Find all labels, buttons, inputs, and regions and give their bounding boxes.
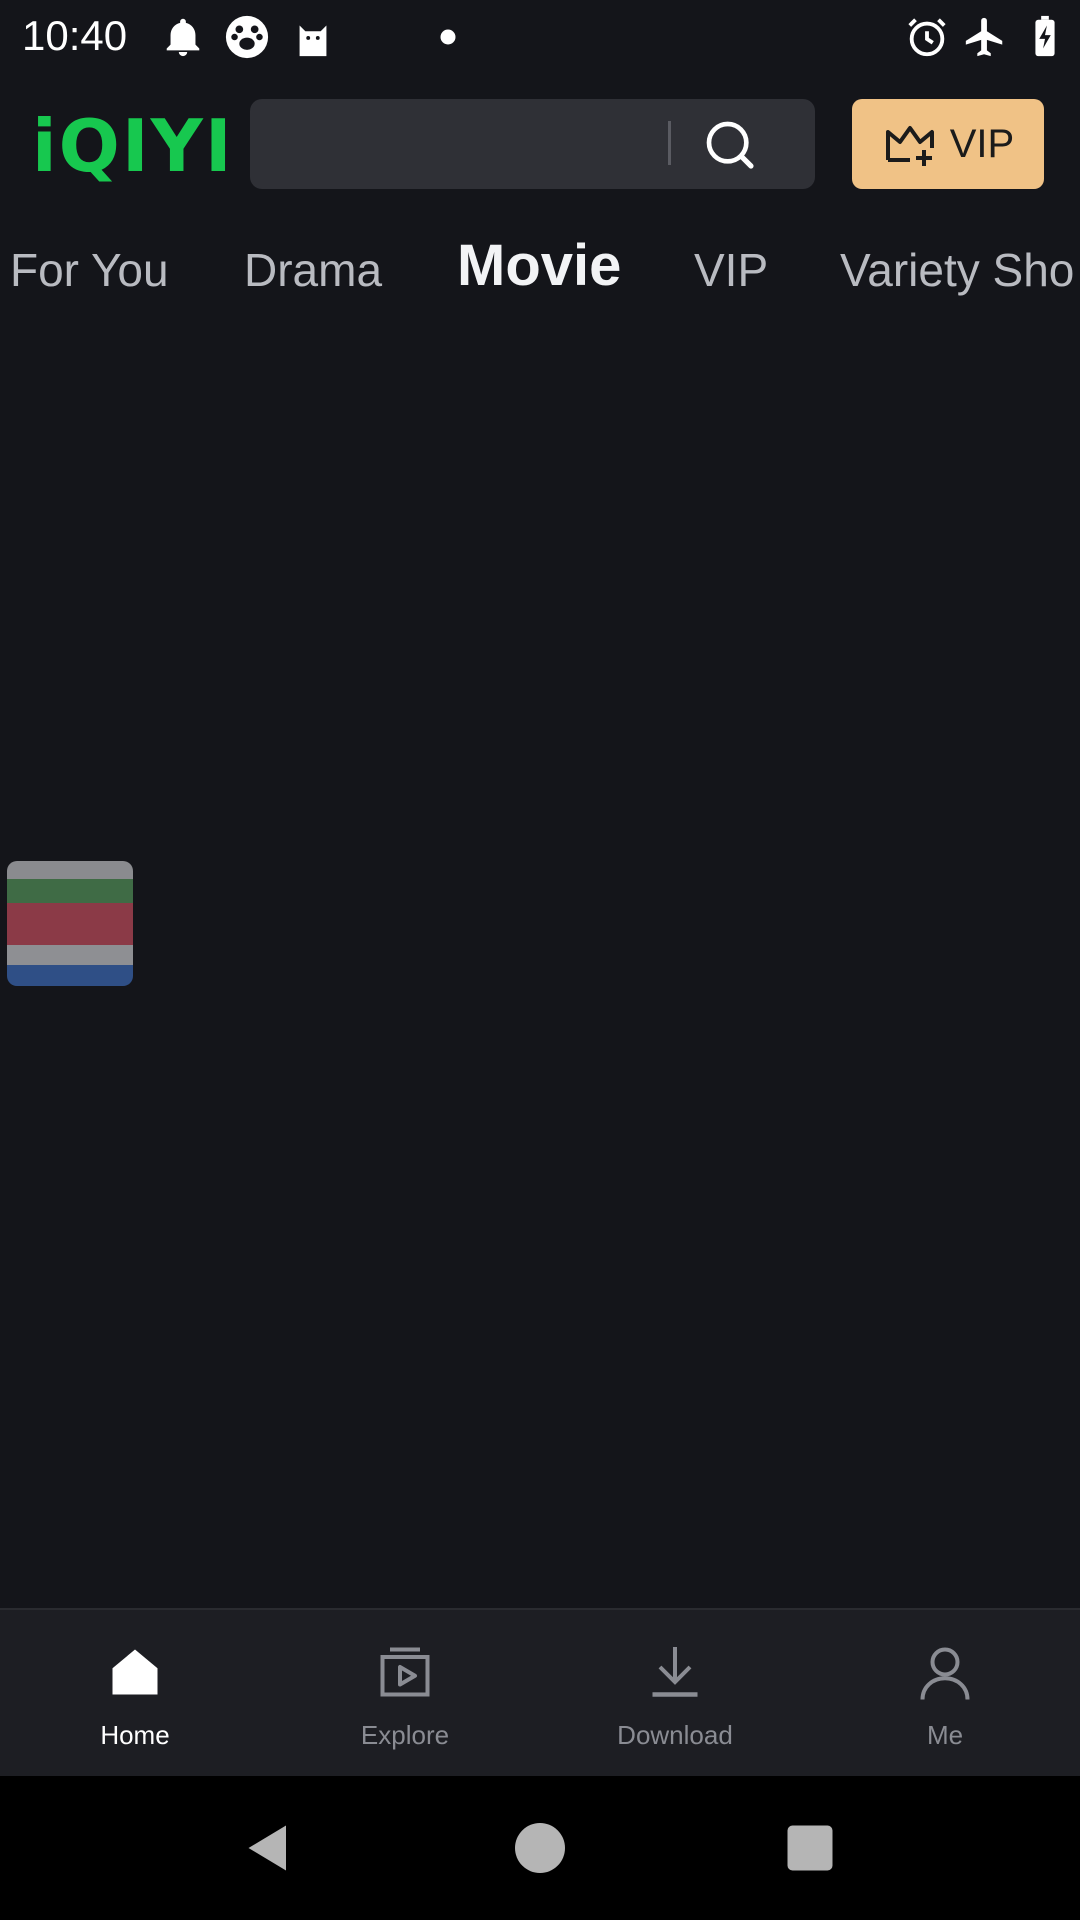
back-icon[interactable] [236,1818,296,1878]
tab-for-you[interactable]: For You [10,240,169,300]
thumb-band [7,903,133,945]
nav-explore[interactable]: Explore [270,1610,540,1778]
crown-icon [882,120,938,168]
dot-icon [430,14,466,60]
recents-icon[interactable] [780,1818,840,1878]
profile-icon [915,1642,975,1702]
system-navigation-bar [0,1776,1080,1920]
iqiyi-logo[interactable]: iQIYI [32,110,234,182]
cat-icon [290,14,336,60]
nav-me-label: Me [926,1720,964,1750]
thumb-band [7,965,133,986]
download-icon [645,1642,705,1702]
bottom-navigation: Home Explore Download Me [0,1608,1080,1778]
vip-label: VIP [949,121,1015,166]
tab-vip[interactable]: VIP [694,240,768,300]
tab-drama[interactable]: Drama [244,240,382,300]
nav-download-label: Download [617,1720,733,1750]
nav-home-label: Home [100,1720,170,1750]
status-bar: 10:40 [0,0,1080,72]
battery-charging-icon [1020,14,1070,60]
search-icon[interactable] [702,117,758,173]
status-time: 10:40 [22,12,128,59]
nav-home[interactable]: Home [0,1610,270,1778]
airplane-icon [962,14,1008,60]
floating-thumbnail[interactable] [7,861,133,986]
thumb-band [7,879,133,903]
nav-explore-label: Explore [360,1720,450,1750]
thumb-band [7,945,133,965]
screen: 10:40 iQIYI VIP For You Drama Movie VIP … [0,0,1080,1920]
tab-variety-show[interactable]: Variety Sho [840,240,1074,300]
explore-icon [375,1642,435,1702]
vip-button[interactable]: VIP [852,99,1044,189]
paw-icon [224,14,270,60]
search-input[interactable] [250,99,815,189]
search-divider [668,121,671,165]
category-tabs: For You Drama Movie VIP Variety Sho [0,230,1080,310]
nav-download[interactable]: Download [540,1610,810,1778]
tab-movie[interactable]: Movie [457,236,621,296]
nav-me[interactable]: Me [810,1610,1080,1778]
bell-icon [160,14,206,60]
thumb-band [7,861,133,879]
home-icon [105,1642,165,1702]
alarm-icon [904,14,950,60]
home-circle-icon[interactable] [510,1818,570,1878]
